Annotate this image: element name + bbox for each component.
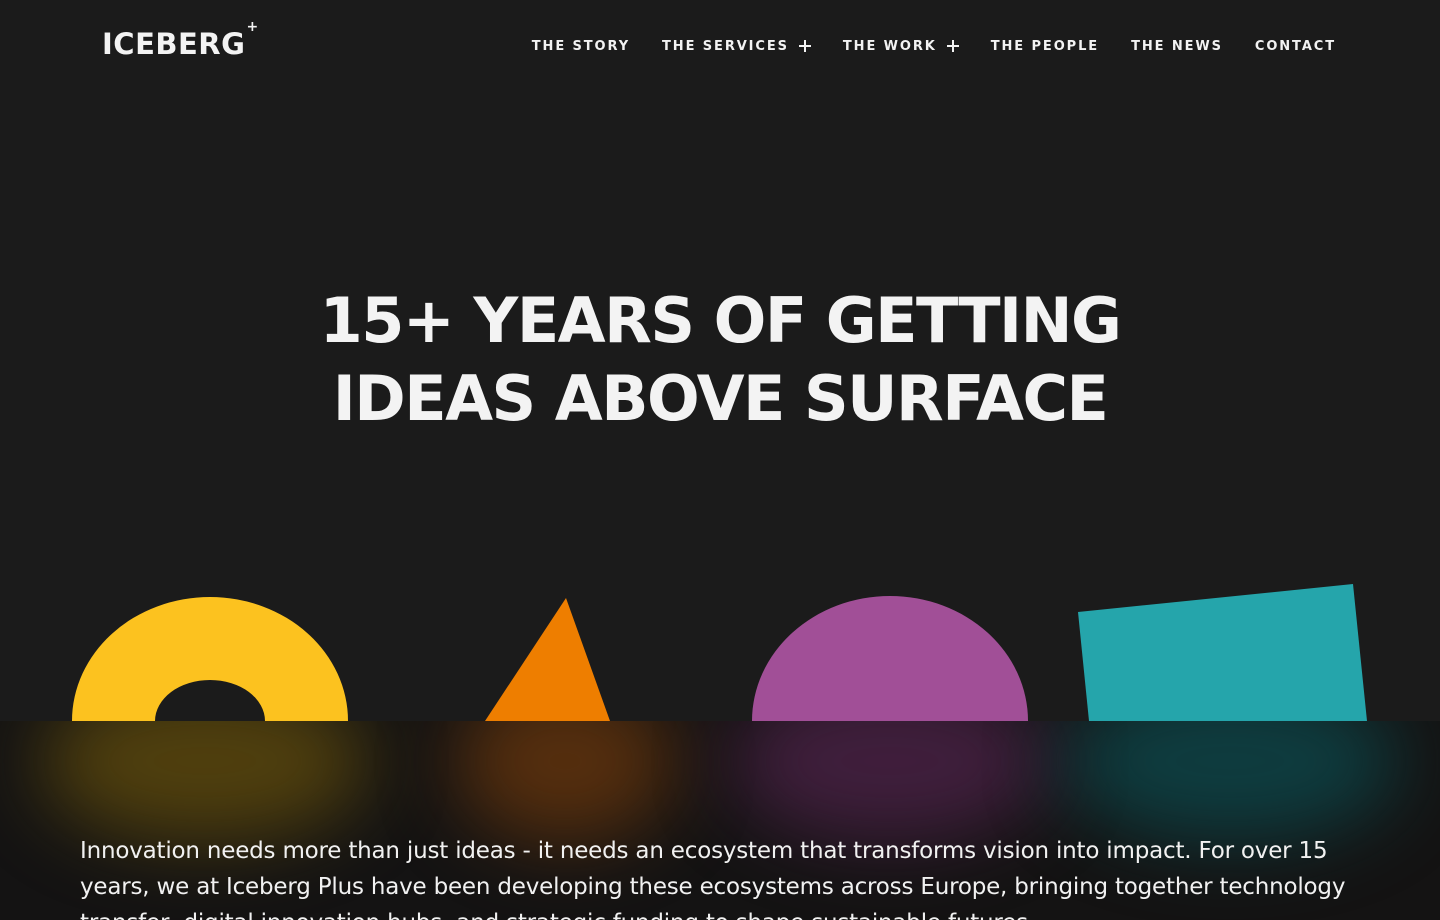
nav-item-the-work[interactable]: THE WORK bbox=[843, 39, 959, 54]
nav-item-label: THE STORY bbox=[531, 38, 631, 54]
main-nav: THE STORY THE SERVICES THE WORK THE PEOP… bbox=[532, 36, 1336, 56]
purple-semicircle-shape bbox=[752, 596, 1028, 721]
nav-item-label: THE WORK bbox=[842, 38, 937, 54]
nav-item-the-story[interactable]: THE STORY bbox=[532, 39, 630, 54]
orange-reflection bbox=[455, 721, 675, 841]
hero-title-line-2: IDEAS ABOVE SURFACE bbox=[332, 362, 1109, 435]
yellow-reflection bbox=[40, 721, 370, 841]
orange-triangle-shape bbox=[485, 598, 610, 721]
yellow-ring-shape bbox=[72, 597, 348, 721]
nav-item-label: THE PEOPLE bbox=[990, 38, 1100, 54]
nav-item-label: CONTACT bbox=[1254, 38, 1336, 54]
intro-paragraph: Innovation needs more than just ideas - … bbox=[80, 838, 1346, 920]
nav-item-contact[interactable]: CONTACT bbox=[1255, 39, 1336, 54]
logo-text: ICEBERG bbox=[102, 27, 246, 61]
nav-item-the-news[interactable]: THE NEWS bbox=[1131, 39, 1223, 54]
hero-title-line-1: 15+ YEARS OF GETTING bbox=[319, 284, 1122, 357]
plus-icon[interactable] bbox=[946, 40, 959, 52]
nav-item-the-people[interactable]: THE PEOPLE bbox=[991, 39, 1099, 54]
hero-title: 15+ YEARS OF GETTING IDEAS ABOVE SURFACE bbox=[0, 282, 1440, 438]
nav-item-the-services[interactable]: THE SERVICES bbox=[662, 39, 811, 54]
nav-item-label: THE NEWS bbox=[1131, 38, 1223, 54]
nav-item-label: THE SERVICES bbox=[662, 38, 789, 54]
purple-reflection bbox=[730, 721, 1050, 841]
iceberg-logo[interactable]: ICEBERG + bbox=[102, 19, 259, 62]
floating-shapes bbox=[72, 584, 1367, 721]
page: ICEBERG + THE STORY THE SERVICES THE WOR… bbox=[0, 0, 1440, 920]
teal-reflection bbox=[1060, 721, 1400, 841]
logo-plus-mark: + bbox=[246, 19, 259, 35]
plus-icon[interactable] bbox=[798, 40, 811, 52]
teal-rectangle-shape bbox=[1078, 584, 1367, 721]
